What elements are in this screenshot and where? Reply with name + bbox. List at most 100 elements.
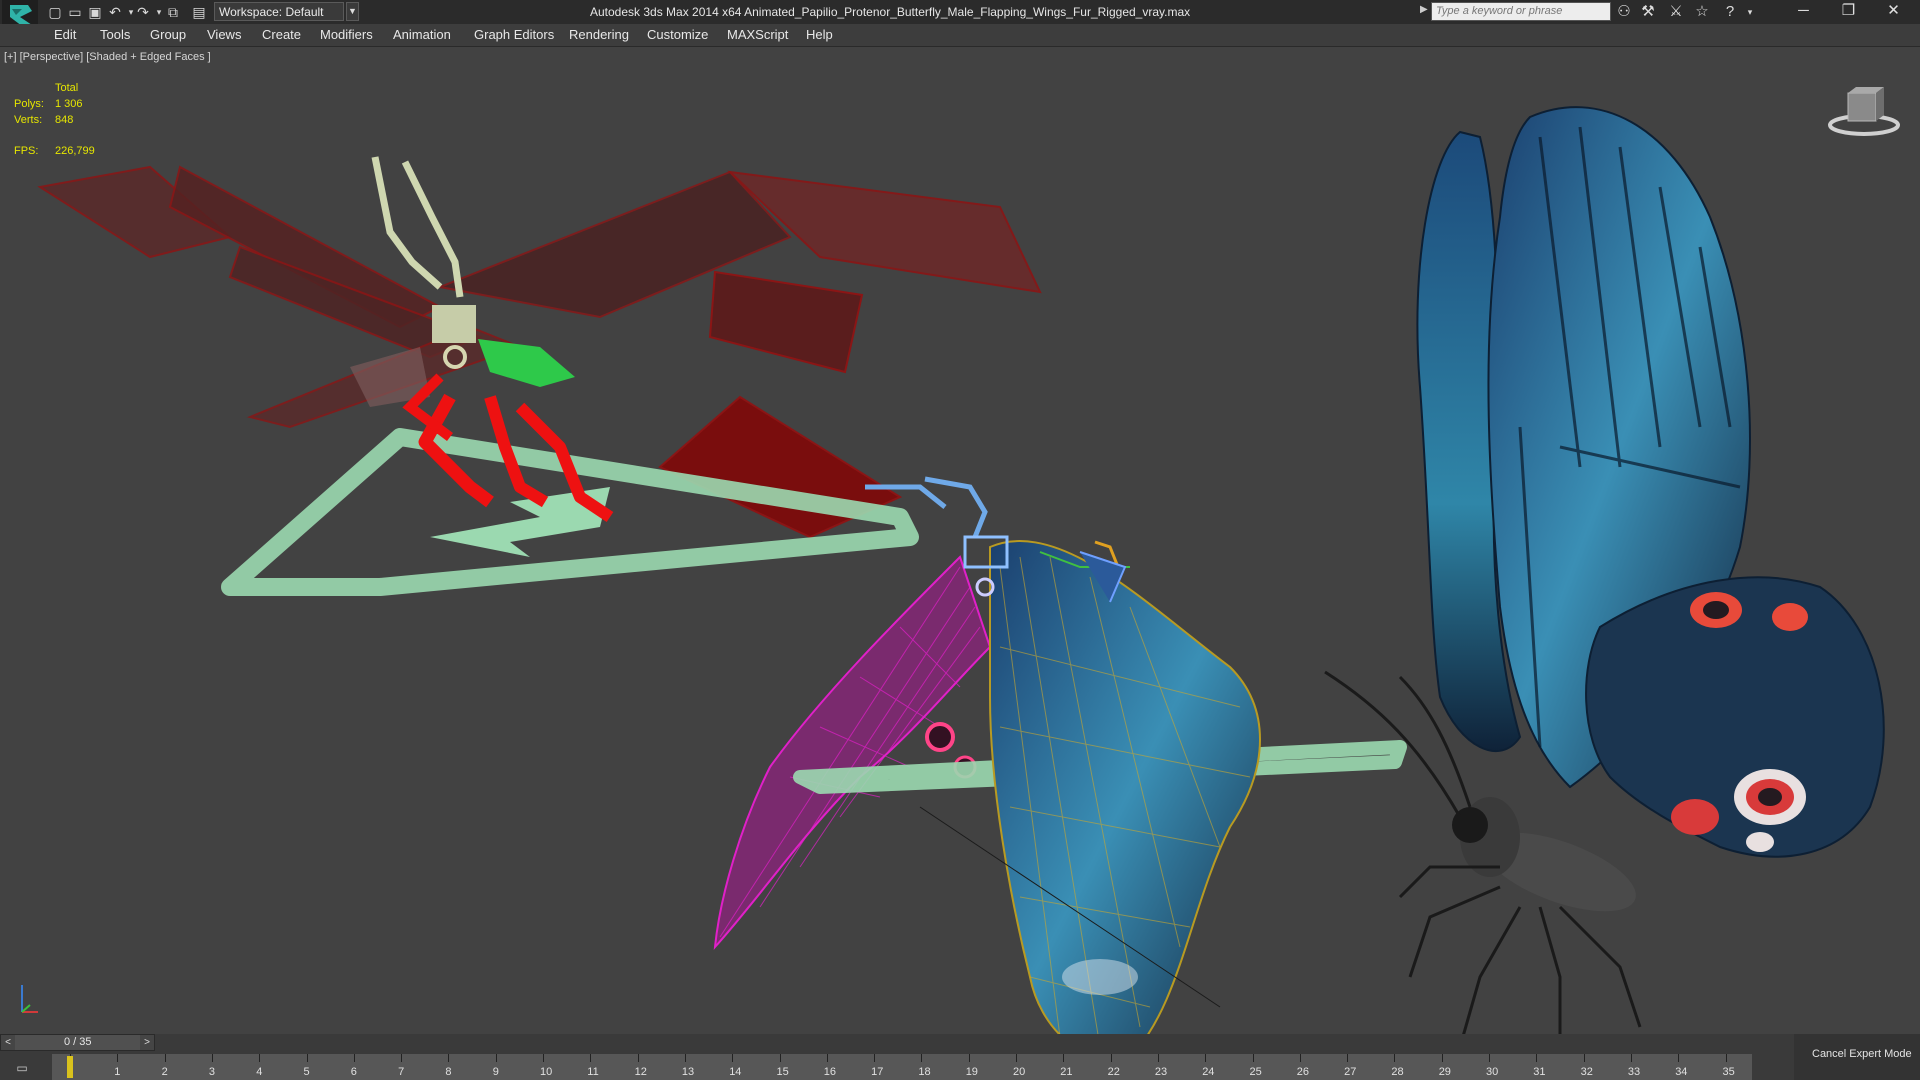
menu-customize[interactable]: Customize: [647, 24, 708, 46]
workspace-selector[interactable]: Workspace: Default: [214, 2, 344, 21]
timeline-tick-mark: [543, 1054, 544, 1062]
timeline-tick-mark: [637, 1054, 639, 1062]
timeline-tick-label: 14: [729, 1066, 742, 1078]
time-slider[interactable]: < 0 / 35 >: [0, 1034, 155, 1051]
timeline-tick-label: 9: [492, 1066, 499, 1078]
scene-canvas: [37, 106, 1885, 1034]
timeline-tick-label: 7: [398, 1066, 405, 1078]
timeline-tick-mark: [1583, 1054, 1585, 1062]
new-file-icon[interactable]: ▢: [46, 3, 64, 21]
mini-listener-icon[interactable]: ▭: [4, 1058, 40, 1078]
timeline-tick-label: 23: [1154, 1066, 1168, 1078]
timeline-tick-mark: [1016, 1054, 1017, 1062]
timeline-tick-mark: [921, 1054, 923, 1062]
timeline-tick-mark: [1678, 1054, 1680, 1062]
timeline-tick-mark: [1630, 1054, 1632, 1062]
subscription-icon[interactable]: ⚒: [1638, 3, 1658, 21]
wireframe-butterfly[interactable]: [713, 476, 1407, 1034]
timeline-tick-mark: [448, 1054, 450, 1062]
search-input[interactable]: Type a keyword or phrase: [1431, 2, 1611, 21]
timeline-tick-label: 6: [350, 1066, 357, 1078]
bone-rig-butterfly[interactable]: [37, 156, 1042, 596]
timeline-tick-mark: [1299, 1054, 1301, 1062]
timeline-tick-label: 13: [681, 1066, 695, 1078]
menu-tools[interactable]: Tools: [100, 24, 130, 46]
menu-rendering[interactable]: Rendering: [569, 24, 629, 46]
timeline-tick-label: 11: [587, 1066, 599, 1078]
timeline-tick-label: 12: [634, 1066, 647, 1078]
axis-icon: [21, 985, 38, 1013]
menu-help[interactable]: Help: [806, 24, 833, 46]
timeline-tick-mark: [968, 1054, 970, 1062]
timeline-tick-mark: [1347, 1054, 1349, 1062]
timeline-tick-mark: [164, 1054, 166, 1062]
timeline-tick-label: 20: [1013, 1066, 1026, 1078]
menu-create[interactable]: Create: [262, 24, 301, 46]
expert-mode-label: Cancel Expert Mode: [1812, 1048, 1912, 1060]
communication-icon[interactable]: ⚔: [1666, 3, 1686, 21]
perspective-viewport[interactable]: [+] [Perspective] [Shaded + Edged Faces …: [0, 47, 1920, 1034]
cancel-expert-mode-button[interactable]: Cancel Expert Mode: [1794, 1034, 1920, 1080]
timeline-tick-label: 19: [965, 1066, 978, 1078]
timeline-tick-mark: [353, 1054, 355, 1062]
timeline-playhead[interactable]: [67, 1056, 73, 1078]
timeline-tick-label: 24: [1202, 1066, 1215, 1078]
track-bar[interactable]: 0123456789101112131415161718192021222324…: [52, 1054, 1752, 1080]
menu-modifiers[interactable]: Modifiers: [320, 24, 373, 46]
help-dropdown-icon[interactable]: ▾: [1740, 3, 1760, 21]
timeline-tick-mark: [259, 1054, 261, 1062]
timeline-tick-label: 33: [1627, 1066, 1641, 1078]
viewcube[interactable]: [1826, 81, 1902, 146]
project-folder-icon[interactable]: ⧉: [164, 3, 182, 21]
timeline-tick-label: 32: [1580, 1066, 1593, 1078]
minimize-icon[interactable]: ─: [1781, 0, 1826, 24]
timeline-tick-label: 21: [1060, 1066, 1073, 1078]
timeline-tick-label: 15: [776, 1066, 789, 1078]
timeline-tick-mark: [1394, 1054, 1396, 1062]
timeline-tick-mark: [1110, 1054, 1112, 1062]
timeline-tick-label: 8: [445, 1066, 452, 1078]
timeline-tick-label: 28: [1391, 1066, 1404, 1078]
workspace-icon: ▤: [192, 4, 206, 20]
timeline-tick-mark: [1441, 1054, 1443, 1062]
time-slider-readout: 0 / 35: [64, 1036, 92, 1048]
restore-icon[interactable]: ❐: [1826, 0, 1871, 24]
timeline-tick-label: 35: [1722, 1066, 1735, 1078]
timeline-tick-label: 4: [256, 1066, 263, 1078]
timeline-tick-mark: [1489, 1054, 1490, 1062]
time-slider-prev[interactable]: <: [1, 1035, 15, 1050]
favorites-star-icon[interactable]: ☆: [1692, 3, 1712, 21]
search-expand-icon[interactable]: ▶: [1420, 4, 1428, 15]
rendered-butterfly[interactable]: [1324, 106, 1885, 1034]
time-slider-next[interactable]: >: [140, 1035, 154, 1050]
timeline-tick-mark: [495, 1054, 497, 1062]
timeline-tick-mark: [401, 1054, 403, 1062]
workspace-dropdown-icon[interactable]: ▼: [346, 2, 359, 21]
help-icon[interactable]: ?: [1720, 3, 1740, 21]
save-icon[interactable]: ▣: [86, 3, 104, 21]
menu-group[interactable]: Group: [150, 24, 186, 46]
timeline-tick-label: 10: [540, 1066, 553, 1078]
timeline-tick-mark: [1063, 1054, 1065, 1062]
menu-maxscript[interactable]: MAXScript: [727, 24, 788, 46]
open-folder-icon[interactable]: ▭: [66, 3, 84, 21]
timeline-tick-label: 27: [1344, 1066, 1357, 1078]
timeline-tick-label: 3: [208, 1066, 216, 1078]
timeline-tick-label: 17: [871, 1066, 884, 1078]
menu-animation[interactable]: Animation: [393, 24, 451, 46]
timeline-tick-label: 26: [1296, 1066, 1310, 1078]
viewcube-icon: [1828, 87, 1900, 136]
title-bar: ▢ ▭ ▣ ↶ ▾ ↷ ▾ ⧉ ▤ Workspace: Default ▼ A…: [0, 0, 1920, 34]
timeline-tick-mark: [826, 1054, 828, 1062]
timeline-area: < 0 / 35 > ▭ 012345678910111213141516171…: [0, 1034, 1920, 1080]
timeline-tick-mark: [1536, 1054, 1538, 1062]
close-icon[interactable]: ✕: [1871, 0, 1916, 24]
menu-graph-editors[interactable]: Graph Editors: [474, 24, 554, 46]
timeline-tick-label: 29: [1438, 1066, 1451, 1078]
axis-tripod: [14, 977, 44, 1022]
timeline-tick-label: 22: [1107, 1066, 1120, 1078]
binoculars-icon[interactable]: ⚇: [1614, 3, 1634, 21]
menu-edit[interactable]: Edit: [54, 24, 76, 46]
timeline-tick-label: 30: [1486, 1066, 1499, 1078]
menu-views[interactable]: Views: [207, 24, 241, 46]
